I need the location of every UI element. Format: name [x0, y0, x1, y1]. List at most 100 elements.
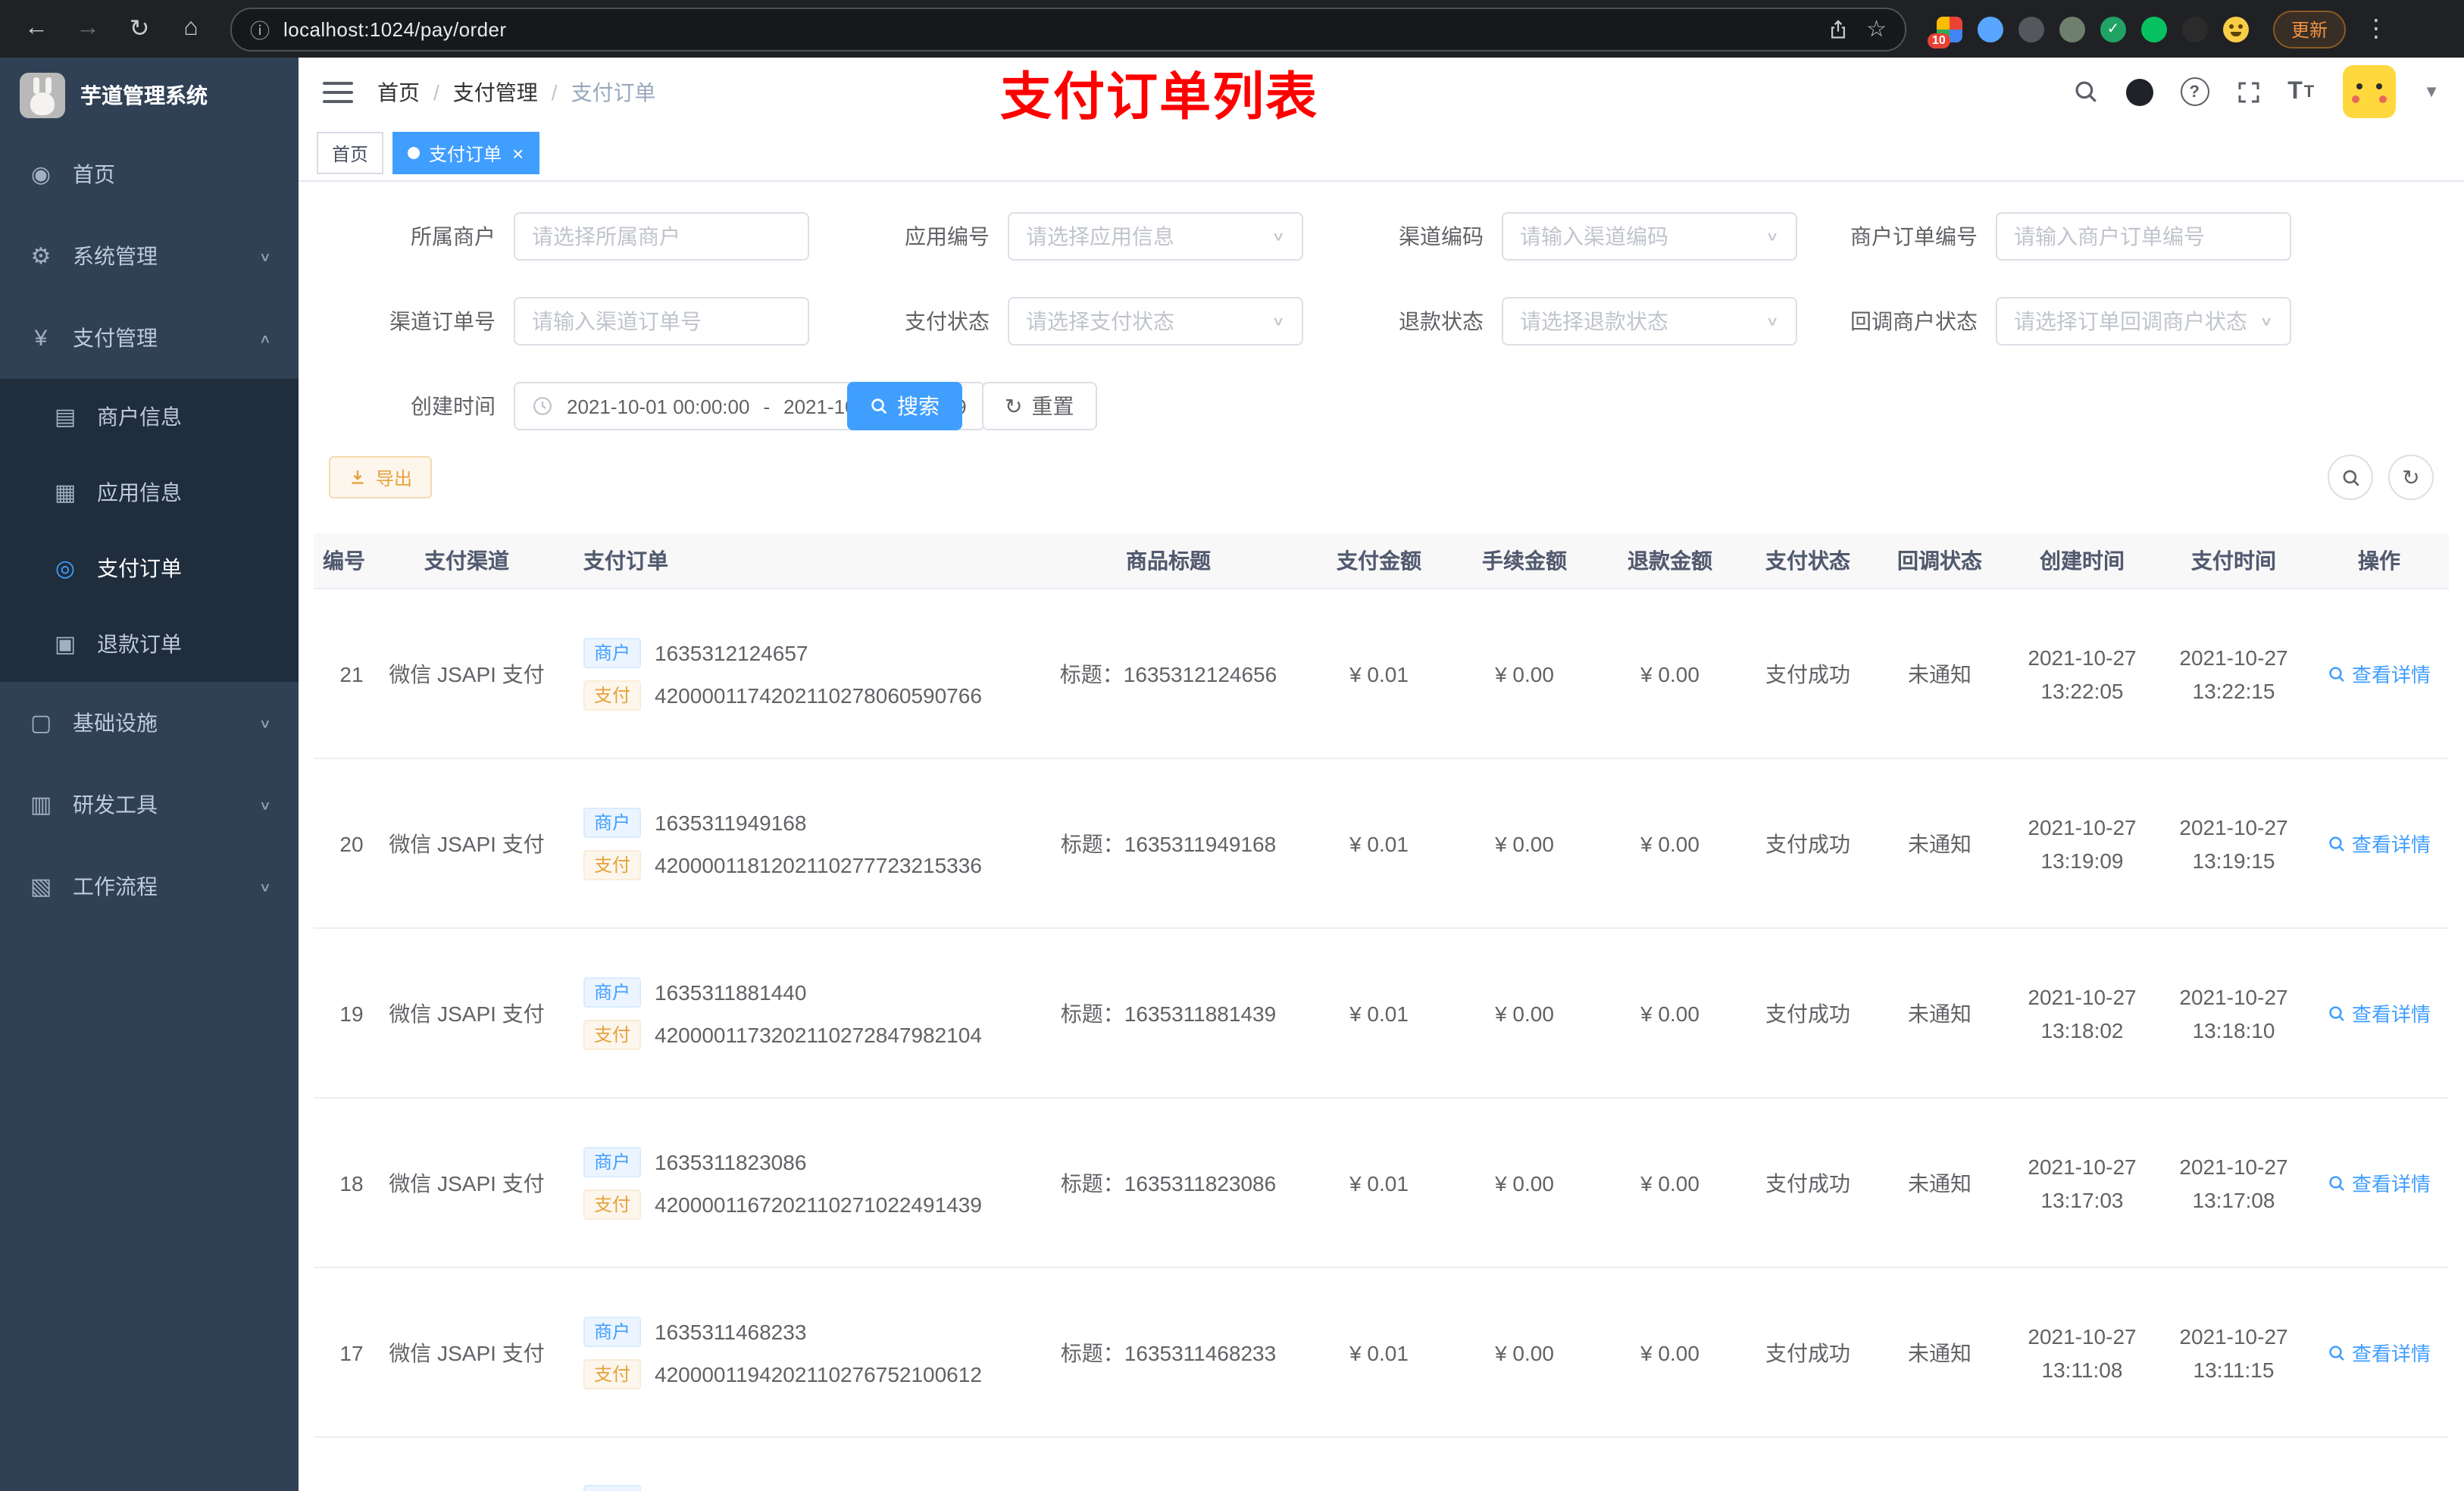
table-row: 20 微信 JSAPI 支付 商户 1635311949168 支付 4200001181… [314, 758, 2449, 929]
date-separator: - [763, 395, 771, 417]
table-row: 21 微信 JSAPI 支付 商户 1635312124657 支付 4200001174… [314, 589, 2449, 759]
filter-field: 渠道订单号 [329, 297, 809, 345]
fullscreen-icon[interactable] [2236, 80, 2260, 104]
font-size-icon[interactable]: TT [2287, 78, 2315, 105]
sidebar-item-研发工具[interactable]: ▥ 研发工具 ∨ [0, 764, 299, 846]
sidebar-item-label: 系统管理 [73, 244, 158, 268]
filter-input[interactable] [514, 212, 809, 261]
back-icon[interactable]: ← [15, 8, 58, 50]
filter-select[interactable]: 请选择应用信息 ∨ [1008, 212, 1303, 261]
sidebar-item-工作流程[interactable]: ▧ 工作流程 ∨ [0, 846, 299, 927]
filter-field: 商户订单编号 [1811, 212, 2291, 261]
chevron-down-icon: ∨ [258, 798, 271, 812]
breadcrumb-item[interactable]: 支付管理 [453, 77, 538, 107]
sidebar-item-商户信息[interactable]: ▤ 商户信息 [0, 379, 299, 455]
chevron-down-icon[interactable]: ▼ [2423, 83, 2440, 101]
reset-button[interactable]: ↻ 重置 [982, 382, 1097, 430]
bookmark-star-icon[interactable]: ☆ [1866, 15, 1887, 42]
filter-input[interactable] [1996, 212, 2291, 261]
cell-fee: ¥ 0.00 [1452, 928, 1597, 1099]
extension-icon[interactable]: 10 [1928, 16, 1962, 48]
address-bar[interactable]: ⓘ localhost:1024/pay/order ☆ [230, 7, 1906, 51]
forward-icon[interactable]: → [67, 8, 109, 50]
view-detail-link[interactable]: 查看详情 [2328, 659, 2431, 688]
yen-icon: ¥ [34, 325, 48, 351]
merchant-tag: 商户 [583, 1146, 642, 1177]
browser-menu-icon[interactable]: ⋮ [2355, 8, 2397, 50]
export-button[interactable]: 导出 [329, 456, 433, 499]
merchant-tag: 商户 [583, 1485, 642, 1491]
cell-create-time: 2021-10-27 13:22:05 [2006, 589, 2158, 759]
filter-select[interactable]: 请选择退款状态 ∨ [1502, 297, 1797, 345]
extension-icon[interactable] [2059, 16, 2085, 42]
sidebar-item-首页[interactable]: ◉ 首页 [0, 133, 299, 215]
sidebar-item-支付管理[interactable]: ¥ 支付管理 ∧ [0, 297, 299, 379]
cell-order: 商户 1635312124657 支付 42000011742021102780605… [565, 589, 1030, 759]
search-button-icon [870, 397, 888, 415]
tag-label: 支付订单 [429, 143, 502, 164]
refresh-table-button[interactable]: ↻ [2388, 455, 2434, 500]
extension-icon[interactable]: ✓ [2100, 16, 2126, 42]
hamburger-icon[interactable] [323, 81, 353, 102]
sidebar-item-label: 支付订单 [97, 556, 182, 580]
view-detail-link[interactable]: 查看详情 [2328, 829, 2431, 858]
tab-支付订单[interactable]: 支付订单 × [392, 132, 539, 174]
home-icon[interactable]: ⌂ [170, 8, 212, 50]
filter-label: 支付状态 [905, 309, 990, 333]
extension-icon[interactable] [2018, 16, 2044, 42]
cell-empty [2309, 1437, 2449, 1491]
view-detail-link[interactable]: 查看详情 [2328, 999, 2431, 1027]
cell-pay-time: 2021-10-27 13:17:08 [2158, 1098, 2309, 1268]
breadcrumb-item[interactable]: 首页 [377, 77, 420, 107]
filter-form: 所属商户 应用编号 请选择应用信息 ∨ 渠道编码 请输入渠道编码 ∨ 商户订单编号渠道订单号 支… [314, 212, 2449, 345]
filter-select[interactable]: 请输入渠道编码 ∨ [1502, 212, 1797, 261]
browser-update-button[interactable]: 更新 [2273, 10, 2347, 48]
cell-create-time: 2021-10-27 13:11:08 [2006, 1268, 2158, 1438]
view-detail-link[interactable]: 查看详情 [2328, 1338, 2431, 1367]
sidebar-item-支付订单[interactable]: ◎ 支付订单 [0, 530, 299, 606]
cell-title: 标题：1635311468233 [1030, 1268, 1306, 1438]
page-content: 所属商户应用编号请选择应用信息∨渠道编码请输入渠道编码∨商户订单编号渠道订单号支… [299, 182, 2464, 1491]
sidebar-item-退款订单[interactable]: ▣ 退款订单 [0, 606, 299, 682]
toggle-search-button[interactable] [2328, 455, 2373, 500]
sidebar-item-应用信息[interactable]: ▦ 应用信息 [0, 455, 299, 530]
pay-tag: 支付 [583, 680, 642, 710]
share-icon[interactable] [1827, 17, 1848, 40]
sidebar-item-label: 应用信息 [97, 480, 182, 505]
extension-icon[interactable] [2223, 16, 2249, 42]
merchant-card-icon: ▤ [54, 405, 77, 430]
refund-order-icon: ▣ [54, 632, 77, 658]
help-icon[interactable] [2180, 77, 2209, 106]
filter-select[interactable]: 请选择支付状态 ∨ [1008, 297, 1303, 345]
column-header-商品标题: 商品标题 [1030, 533, 1306, 589]
cell-empty [1743, 1437, 1873, 1491]
reset-icon: ↻ [1005, 393, 1023, 417]
order-number: 4200001194202110276752100612 [655, 1361, 982, 1386]
sidebar-item-基础设施[interactable]: ▢ 基础设施 ∨ [0, 682, 299, 764]
column-header-支付订单: 支付订单 [565, 533, 1030, 589]
magnifier-icon [2328, 1174, 2346, 1192]
user-avatar[interactable] [2343, 65, 2397, 118]
site-info-icon[interactable]: ⓘ [250, 14, 270, 43]
view-detail-link[interactable]: 查看详情 [2328, 1168, 2431, 1197]
reload-icon[interactable]: ↻ [118, 8, 161, 50]
tab-首页[interactable]: 首页 [317, 132, 384, 174]
merchant-tag: 商户 [583, 1316, 642, 1346]
select-placeholder: 请选择应用信息 [1026, 224, 1174, 248]
search-button[interactable]: 搜索 [847, 382, 962, 430]
view-detail-label: 查看详情 [2351, 664, 2431, 686]
reset-button-label: 重置 [1031, 394, 1074, 418]
extension-icon[interactable] [2141, 16, 2167, 42]
filter-label: 回调商户状态 [1850, 309, 1978, 333]
extension-icon[interactable] [2182, 16, 2208, 42]
extension-icon[interactable] [1978, 16, 2003, 42]
sidebar-item-系统管理[interactable]: ⚙ 系统管理 ∨ [0, 215, 299, 297]
select-placeholder: 请选择退款状态 [1520, 309, 1668, 333]
github-icon[interactable] [2125, 78, 2153, 105]
close-icon[interactable]: × [512, 142, 524, 164]
search-icon[interactable] [2072, 79, 2098, 105]
filter-select[interactable]: 请选择订单回调商户状态 ∨ [1996, 297, 2291, 345]
order-number: 1635311823086 [655, 1149, 807, 1174]
filter-input[interactable] [514, 297, 809, 345]
sidebar-item-label: 商户信息 [97, 405, 182, 429]
